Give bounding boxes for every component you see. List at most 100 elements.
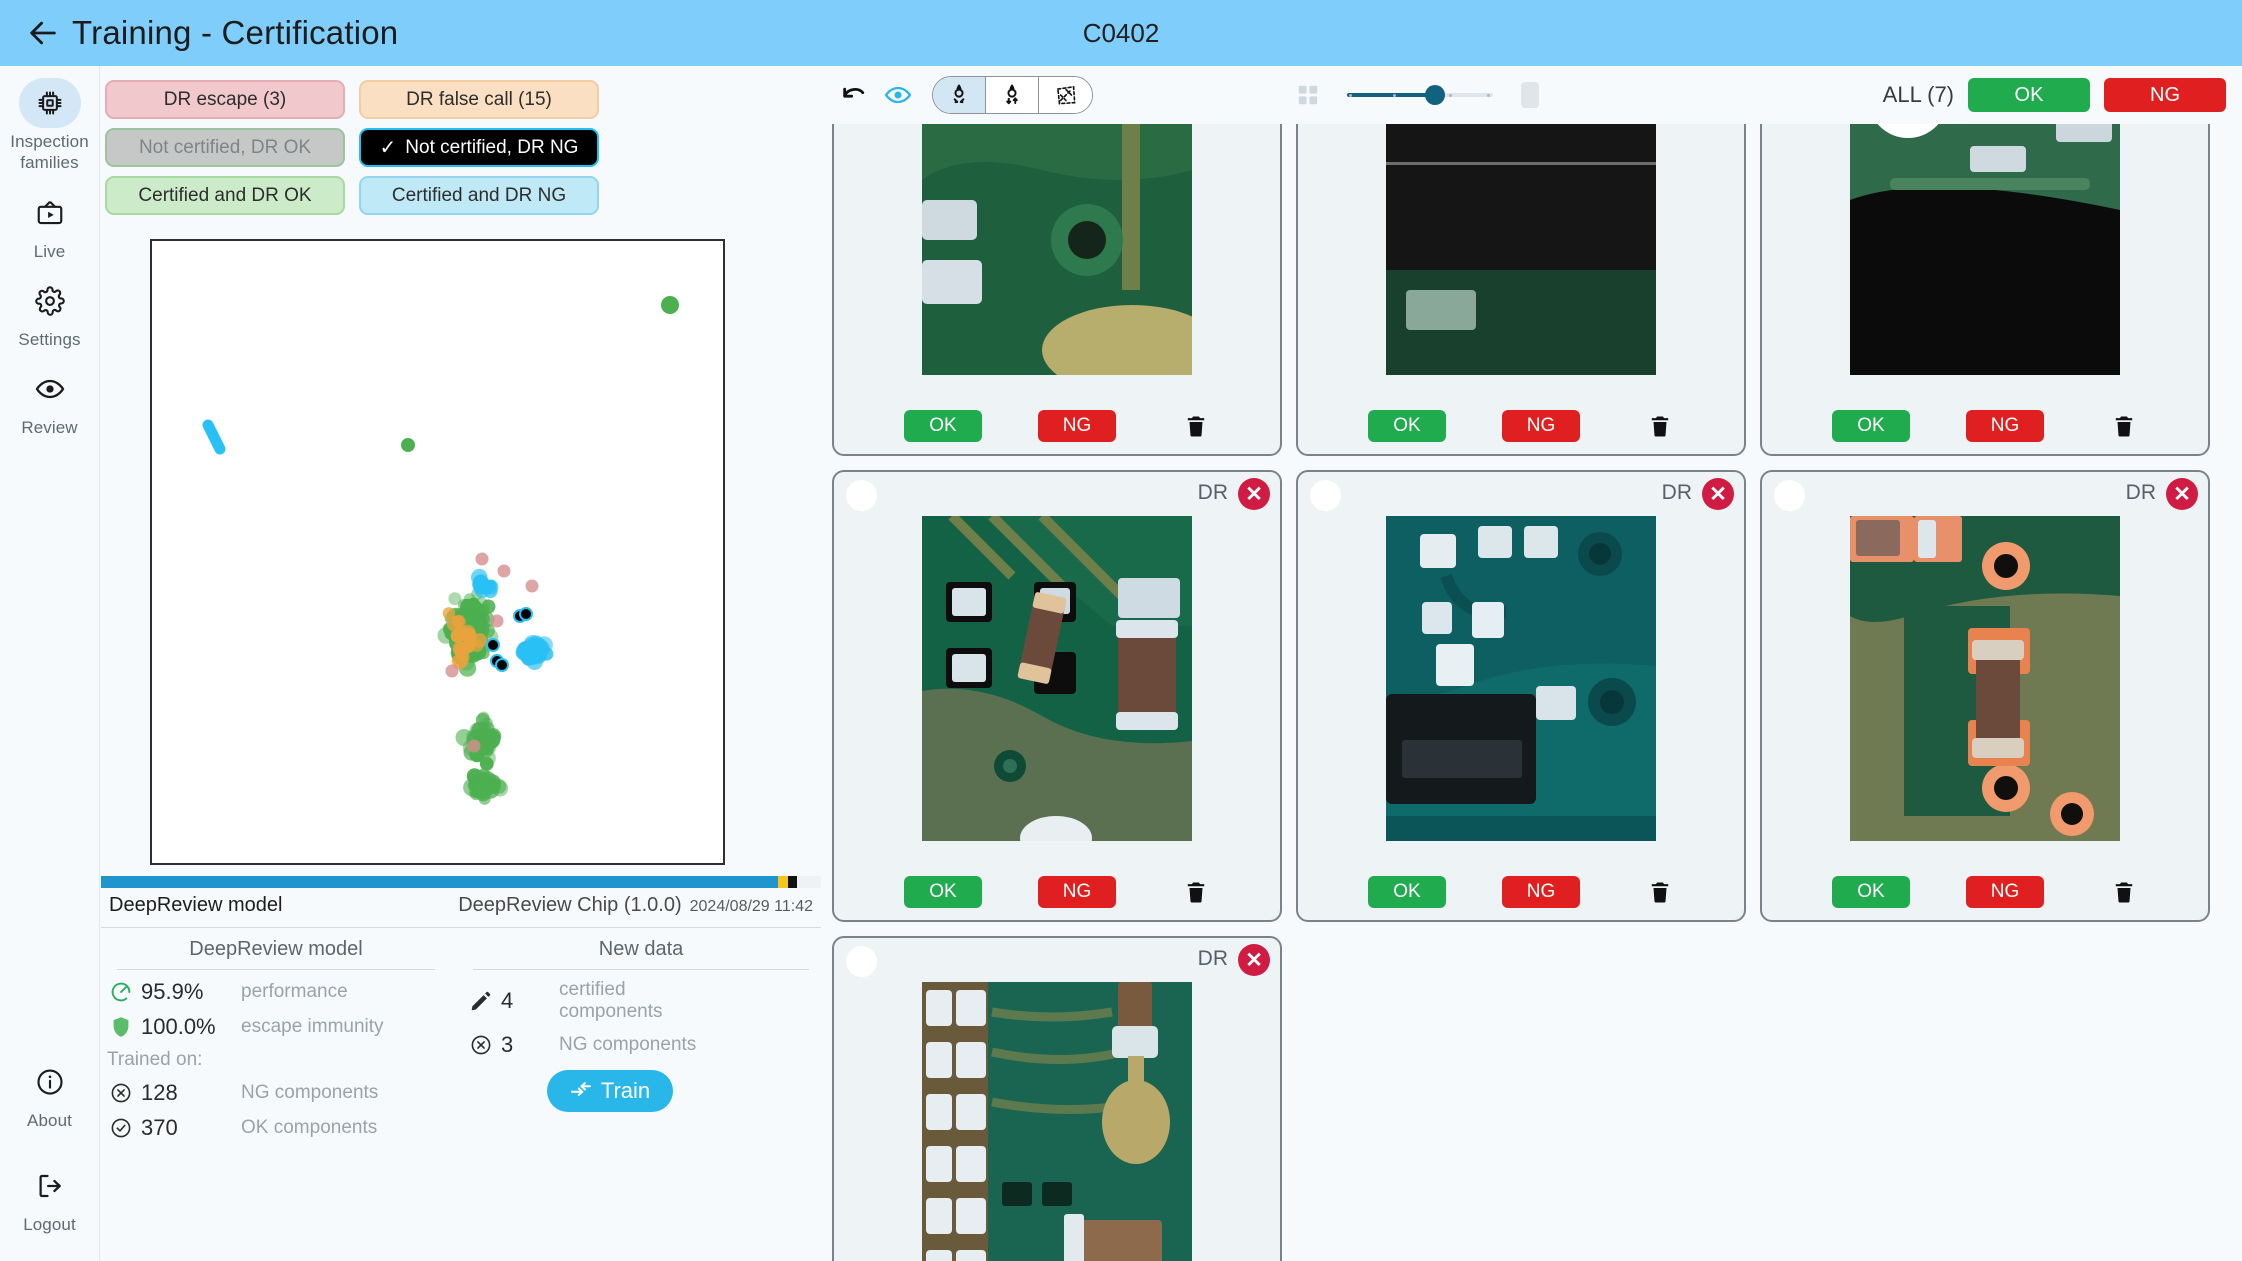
trash-icon[interactable] — [2112, 879, 2136, 905]
filter-certified-and-dr-ng[interactable]: Certified and DR NG — [359, 176, 599, 215]
check-icon: ✓ — [380, 135, 397, 160]
card-dr-label: DR — [1198, 947, 1228, 971]
close-circle-icon[interactable]: ✕ — [1702, 478, 1734, 510]
card-select-circle[interactable] — [1310, 480, 1341, 511]
card-select-circle[interactable] — [846, 946, 877, 977]
sidebar-item-label: About — [27, 1110, 72, 1131]
sidebar-bottom-group: About Logout — [0, 1027, 99, 1261]
sidebar-item-logout[interactable]: Logout — [4, 1161, 96, 1235]
component-image[interactable] — [1850, 124, 2120, 375]
bulk-ok-button[interactable]: OK — [1968, 78, 2090, 112]
magnet-select-inward-icon[interactable] — [933, 77, 986, 113]
trash-icon[interactable] — [1648, 879, 1672, 905]
component-card[interactable]: DR✕OKNG — [1760, 470, 2210, 922]
stat-label: performance — [241, 981, 348, 1003]
distribution-segment-yellow — [778, 876, 788, 888]
sidebar-item-live[interactable]: Live — [4, 188, 96, 262]
component-image[interactable] — [1386, 124, 1656, 375]
magnet-select-outward-icon[interactable] — [986, 77, 1039, 113]
card-ok-button[interactable]: OK — [1368, 410, 1446, 442]
shield-icon — [101, 1015, 141, 1039]
scatter-point — [482, 782, 499, 799]
component-image[interactable] — [922, 124, 1192, 375]
scatter-point — [460, 625, 476, 641]
trash-icon[interactable] — [1184, 879, 1208, 905]
bulk-ng-button[interactable]: NG — [2104, 78, 2226, 112]
card-ok-button[interactable]: OK — [1832, 410, 1910, 442]
filter-dr-false-call[interactable]: DR false call (15) — [359, 80, 599, 119]
stat-value: 100.0% — [141, 1014, 241, 1040]
pcb-thumbnail — [922, 124, 1192, 375]
zoom-slider[interactable] — [1347, 82, 1493, 108]
sidebar-item-review[interactable]: Review — [4, 364, 96, 438]
deepreview-model-column: DeepReview model 95.9% performance — [101, 932, 461, 1141]
train-button[interactable]: Train — [547, 1070, 673, 1112]
close-circle-icon[interactable]: ✕ — [2166, 478, 2198, 510]
stat-trained-ng: 128 NG components — [101, 1080, 461, 1106]
slider-thumb[interactable] — [1425, 85, 1445, 105]
filter-label: DR false call (15) — [406, 89, 552, 111]
card-rows-container: DR✕OKNGDR✕OKNGDR✕OKNGDR✕OKNGDR✕OKNGDR✕OK… — [832, 124, 2232, 1261]
card-ok-button[interactable]: OK — [904, 410, 982, 442]
component-image[interactable] — [1386, 516, 1656, 841]
component-image[interactable] — [1850, 516, 2120, 841]
bulk-actions-group: ALL (7) OK NG — [1883, 78, 2242, 112]
stat-label: NG components — [559, 1034, 696, 1056]
card-ok-button[interactable]: OK — [904, 876, 982, 908]
component-card-grid[interactable]: DR✕OKNGDR✕OKNGDR✕OKNGDR✕OKNGDR✕OKNGDR✕OK… — [822, 124, 2242, 1261]
eye-visibility-icon[interactable] — [876, 81, 920, 109]
sidebar-item-settings[interactable]: Settings — [4, 276, 96, 350]
trash-icon[interactable] — [2112, 413, 2136, 439]
sidebar-item-inspection-families[interactable]: Inspectionfamilies — [4, 78, 96, 174]
slider-tick — [1349, 94, 1352, 97]
trash-icon[interactable] — [1184, 413, 1208, 439]
component-card[interactable]: DR✕OKNG — [832, 936, 1282, 1261]
close-circle-icon[interactable]: ✕ — [1238, 944, 1270, 976]
lasso-select-icon[interactable] — [1039, 77, 1092, 113]
component-card[interactable]: DR✕OKNG — [832, 124, 1282, 456]
scatter-point-selected — [520, 608, 532, 620]
card-ng-button[interactable]: NG — [1038, 876, 1116, 908]
panel-toggle-button[interactable] — [1521, 82, 1539, 108]
class-distribution-bar[interactable] — [101, 876, 821, 888]
slider-fill — [1347, 93, 1433, 97]
trash-icon[interactable] — [1648, 413, 1672, 439]
new-data-column: New data 4 certifiedcomponents — [461, 932, 821, 1141]
distribution-segment-blue — [101, 876, 778, 888]
undo-arrow-icon[interactable] — [832, 81, 876, 109]
back-arrow-icon[interactable] — [14, 16, 72, 50]
component-card[interactable]: DR✕OKNG — [1296, 470, 1746, 922]
filter-certified-and-dr-ok[interactable]: Certified and DR OK — [105, 176, 345, 215]
card-ng-button[interactable]: NG — [1966, 410, 2044, 442]
component-card[interactable]: DR✕OKNG — [1296, 124, 1746, 456]
embedding-scatter-plot[interactable] — [150, 239, 725, 865]
component-image[interactable] — [922, 982, 1192, 1261]
component-card[interactable]: DR✕OKNG — [832, 470, 1282, 922]
card-select-circle[interactable] — [846, 480, 877, 511]
filter-not-certified-dr-ok[interactable]: Not certified, DR OK — [105, 128, 345, 167]
page-title: Training - Certification — [72, 14, 398, 52]
filter-not-certified-dr-ng[interactable]: ✓ Not certified, DR NG — [359, 128, 599, 167]
card-ng-button[interactable]: NG — [1502, 876, 1580, 908]
card-ng-button[interactable]: NG — [1966, 876, 2044, 908]
pcb-thumbnail — [1850, 516, 2120, 841]
sidebar-item-about[interactable]: About — [4, 1057, 96, 1131]
component-image[interactable] — [922, 516, 1192, 841]
logout-icon — [19, 1161, 81, 1211]
filter-dr-escape[interactable]: DR escape (3) — [105, 80, 345, 119]
sidebar-item-label: Live — [34, 241, 66, 262]
component-card[interactable]: DR✕OKNG — [1760, 124, 2210, 456]
sidebar-item-label: Logout — [23, 1214, 76, 1235]
scatter-point — [480, 757, 494, 771]
grid-view-icon[interactable] — [1291, 82, 1325, 108]
card-actions: OK NG — [834, 410, 1280, 442]
close-circle-icon[interactable]: ✕ — [1238, 478, 1270, 510]
card-actions: OK NG — [1762, 410, 2208, 442]
card-select-circle[interactable] — [1774, 480, 1805, 511]
card-ng-button[interactable]: NG — [1038, 410, 1116, 442]
card-ok-button[interactable]: OK — [1832, 876, 1910, 908]
slider-tick — [1449, 94, 1452, 97]
card-ng-button[interactable]: NG — [1502, 410, 1580, 442]
card-actions: OK NG — [1298, 876, 1744, 908]
card-ok-button[interactable]: OK — [1368, 876, 1446, 908]
